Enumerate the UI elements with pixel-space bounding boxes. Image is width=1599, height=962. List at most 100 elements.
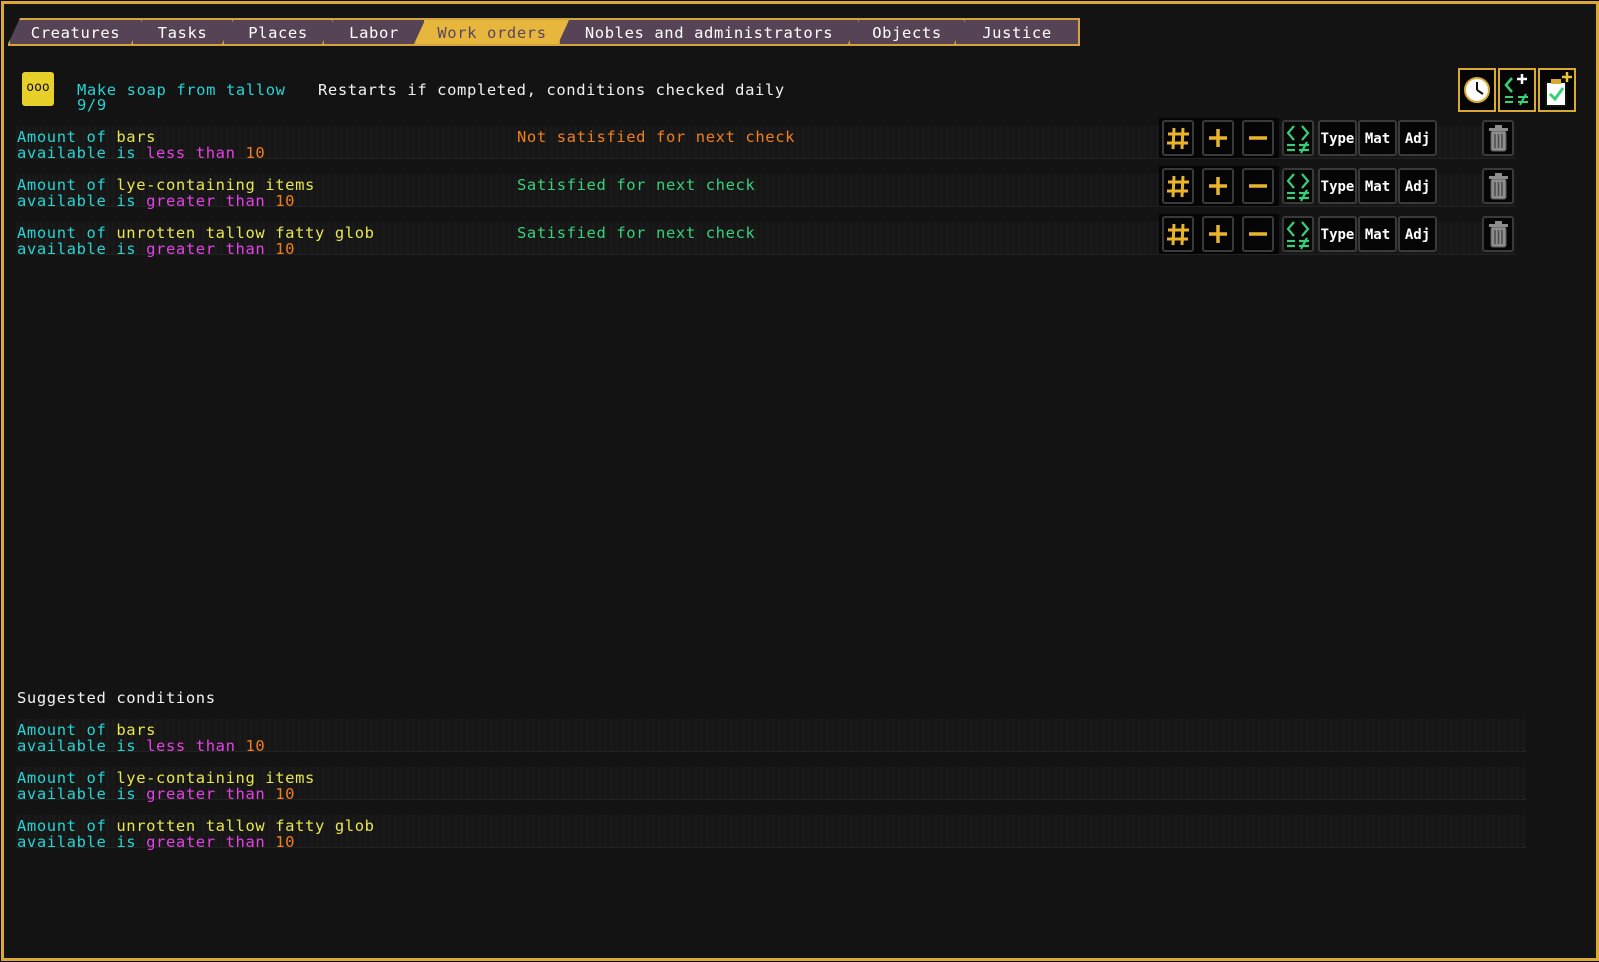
suggested-comparison: greater than: [146, 833, 266, 851]
add-condition-icon: [1504, 74, 1528, 106]
tab-label: Work orders: [437, 24, 547, 42]
adjective-button-label: Adj: [1404, 179, 1431, 195]
condition-line2: available is greater than 10: [17, 193, 295, 209]
order-count: 9/9: [77, 96, 107, 114]
adjective-button-label: Adj: [1404, 227, 1431, 243]
material-button[interactable]: Mat: [1358, 120, 1397, 156]
suggested-comparison: greater than: [146, 785, 266, 803]
increase-amount-button[interactable]: [1202, 168, 1234, 204]
condition-available: available is: [17, 240, 137, 258]
material-button-label: Mat: [1364, 179, 1391, 195]
comparison-icon: [1286, 125, 1310, 154]
tab-labor[interactable]: Labor: [322, 18, 426, 44]
type-button-label: Type: [1320, 131, 1355, 147]
condition-comparison[interactable]: less than: [146, 144, 235, 162]
type-button[interactable]: Type: [1318, 216, 1357, 252]
type-button[interactable]: Type: [1318, 168, 1357, 204]
decrease-amount-button[interactable]: [1242, 168, 1274, 204]
clock-icon: [1464, 77, 1490, 103]
delete-condition-button[interactable]: [1482, 168, 1514, 204]
trash-icon: [1489, 221, 1508, 248]
tab-label: Labor: [349, 24, 399, 42]
plus-icon: [1209, 129, 1227, 147]
adjective-button-label: Adj: [1404, 131, 1431, 147]
trash-icon: [1489, 173, 1508, 200]
tab-label: Creatures: [30, 24, 121, 42]
suggested-line2: available is greater than 10: [17, 786, 295, 802]
add-order-button[interactable]: [1538, 68, 1576, 112]
condition-status: Satisfied for next check: [517, 176, 756, 194]
comparison-icon: [1286, 221, 1310, 250]
tab-nobles-and-administrators[interactable]: Nobles and administrators: [558, 18, 860, 44]
material-button[interactable]: Mat: [1358, 168, 1397, 204]
minus-icon: [1249, 232, 1267, 236]
add-condition-button[interactable]: [1498, 68, 1536, 112]
type-button[interactable]: Type: [1318, 120, 1357, 156]
number-sign-icon: [1167, 127, 1189, 150]
suggested-available: available is: [17, 785, 137, 803]
change-comparison-button[interactable]: [1282, 168, 1314, 204]
set-amount-button[interactable]: [1162, 120, 1194, 156]
decrease-amount-button[interactable]: [1242, 120, 1274, 156]
order-name: Make soap from tallow: [77, 81, 286, 99]
type-button-label: Type: [1320, 227, 1355, 243]
tab-justice[interactable]: Justice: [954, 18, 1080, 44]
suggested-line2: available is less than 10: [17, 738, 265, 754]
plus-icon: [1209, 225, 1227, 243]
condition-line1: Amount of unrotten tallow fatty glob: [17, 225, 375, 241]
set-amount-button[interactable]: [1162, 216, 1194, 252]
adjective-button[interactable]: Adj: [1398, 168, 1437, 204]
material-button-label: Mat: [1364, 131, 1391, 147]
decrease-amount-button[interactable]: [1242, 216, 1274, 252]
condition-status: Satisfied for next check: [517, 224, 756, 242]
condition-available: available is: [17, 192, 137, 210]
increase-amount-button[interactable]: [1202, 120, 1234, 156]
suggested-available: available is: [17, 737, 137, 755]
minus-icon: [1249, 184, 1267, 188]
change-comparison-button[interactable]: [1282, 120, 1314, 156]
delete-condition-button[interactable]: [1482, 120, 1514, 156]
condition-value[interactable]: 10: [275, 240, 295, 258]
add-order-clipboard-icon: [1545, 72, 1572, 107]
comparison-icon: [1286, 173, 1310, 202]
order-repeat-info: Restarts if completed, conditions checke…: [318, 81, 785, 99]
condition-value[interactable]: 10: [275, 192, 295, 210]
type-button-label: Type: [1320, 179, 1355, 195]
condition-line2: available is less than 10: [17, 145, 265, 161]
suggested-line1: Amount of bars: [17, 722, 156, 738]
order-icon-text: ooo: [26, 80, 50, 95]
suggested-heading: Suggested conditions: [17, 689, 216, 707]
plus-icon: [1209, 177, 1227, 195]
adjective-button[interactable]: Adj: [1398, 120, 1437, 156]
adjective-button[interactable]: Adj: [1398, 216, 1437, 252]
tab-label: Places: [248, 24, 308, 42]
suggested-line2: available is greater than 10: [17, 834, 295, 850]
condition-comparison[interactable]: greater than: [146, 192, 265, 210]
suggested-line1: Amount of lye-containing items: [17, 770, 315, 786]
tab-work-orders[interactable]: Work orders: [414, 18, 570, 44]
increase-amount-button[interactable]: [1202, 216, 1234, 252]
tab-objects[interactable]: Objects: [848, 18, 966, 44]
set-amount-button[interactable]: [1162, 168, 1194, 204]
clock-button[interactable]: [1458, 68, 1496, 112]
number-sign-icon: [1167, 175, 1189, 198]
condition-comparison[interactable]: greater than: [146, 240, 265, 258]
tab-tasks[interactable]: Tasks: [131, 18, 234, 44]
suggested-comparison: less than: [146, 737, 236, 755]
condition-value[interactable]: 10: [245, 144, 265, 162]
tab-label: Objects: [872, 24, 942, 42]
delete-condition-button[interactable]: [1482, 216, 1514, 252]
condition-status: Not satisfied for next check: [517, 128, 796, 146]
condition-line1: Amount of bars: [17, 129, 156, 145]
tab-creatures[interactable]: Creatures: [8, 18, 143, 44]
number-sign-icon: [1167, 223, 1189, 246]
tab-label: Justice: [982, 24, 1052, 42]
condition-line1: Amount of lye-containing items: [17, 177, 315, 193]
order-details-icon[interactable]: ooo: [22, 72, 54, 106]
tab-places[interactable]: Places: [222, 18, 334, 44]
minus-icon: [1249, 136, 1267, 140]
change-comparison-button[interactable]: [1282, 216, 1314, 252]
material-button[interactable]: Mat: [1358, 216, 1397, 252]
suggested-value: 10: [275, 785, 296, 803]
trash-icon: [1489, 125, 1508, 152]
